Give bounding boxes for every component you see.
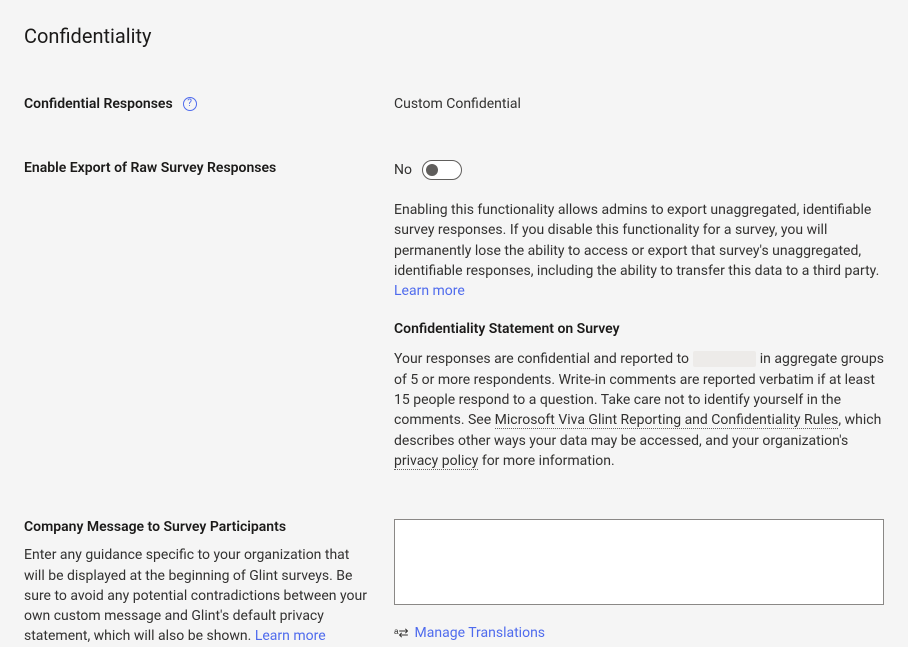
manage-translations-link[interactable]: ᵃ⇄ Manage Translations <box>394 625 545 641</box>
stmt-part1: Your responses are confidential and repo… <box>394 351 689 367</box>
enable-export-learn-more-link[interactable]: Learn more <box>394 283 465 299</box>
company-message-learn-more-link[interactable]: Learn more <box>255 628 326 644</box>
stmt-part4: for more information. <box>482 453 615 469</box>
page-title: Confidentiality <box>24 24 884 48</box>
company-message-label: Company Message to Survey Participants <box>24 519 286 535</box>
toggle-state-text: No <box>394 162 412 178</box>
enable-export-row: Enable Export of Raw Survey Responses No… <box>24 160 884 471</box>
enable-export-desc-text: Enabling this functionality allows admin… <box>394 202 879 279</box>
confidential-responses-value: Custom Confidential <box>394 96 521 112</box>
enable-export-toggle[interactable] <box>422 160 462 180</box>
info-icon[interactable]: ? <box>183 97 197 111</box>
confidentiality-statement-text: Your responses are confidential and repo… <box>394 349 884 471</box>
confidential-responses-label: Confidential Responses <box>24 96 173 112</box>
company-message-hint: Enter any guidance specific to your orga… <box>24 545 370 646</box>
privacy-policy-link[interactable]: privacy policy <box>394 453 478 470</box>
reporting-rules-link[interactable]: Microsoft Viva Glint Reporting and Confi… <box>495 412 839 429</box>
confidential-responses-row: Confidential Responses ? Custom Confiden… <box>24 96 884 112</box>
translate-icon: ᵃ⇄ <box>394 626 409 640</box>
manage-translations-text: Manage Translations <box>415 625 546 641</box>
confidentiality-statement-heading: Confidentiality Statement on Survey <box>394 321 884 337</box>
redacted-org-name: xxxx <box>693 351 757 367</box>
company-message-row: Company Message to Survey Participants E… <box>24 519 884 646</box>
company-message-textarea[interactable] <box>394 519 884 605</box>
enable-export-desc: Enabling this functionality allows admin… <box>394 200 884 301</box>
enable-export-label: Enable Export of Raw Survey Responses <box>24 160 276 176</box>
